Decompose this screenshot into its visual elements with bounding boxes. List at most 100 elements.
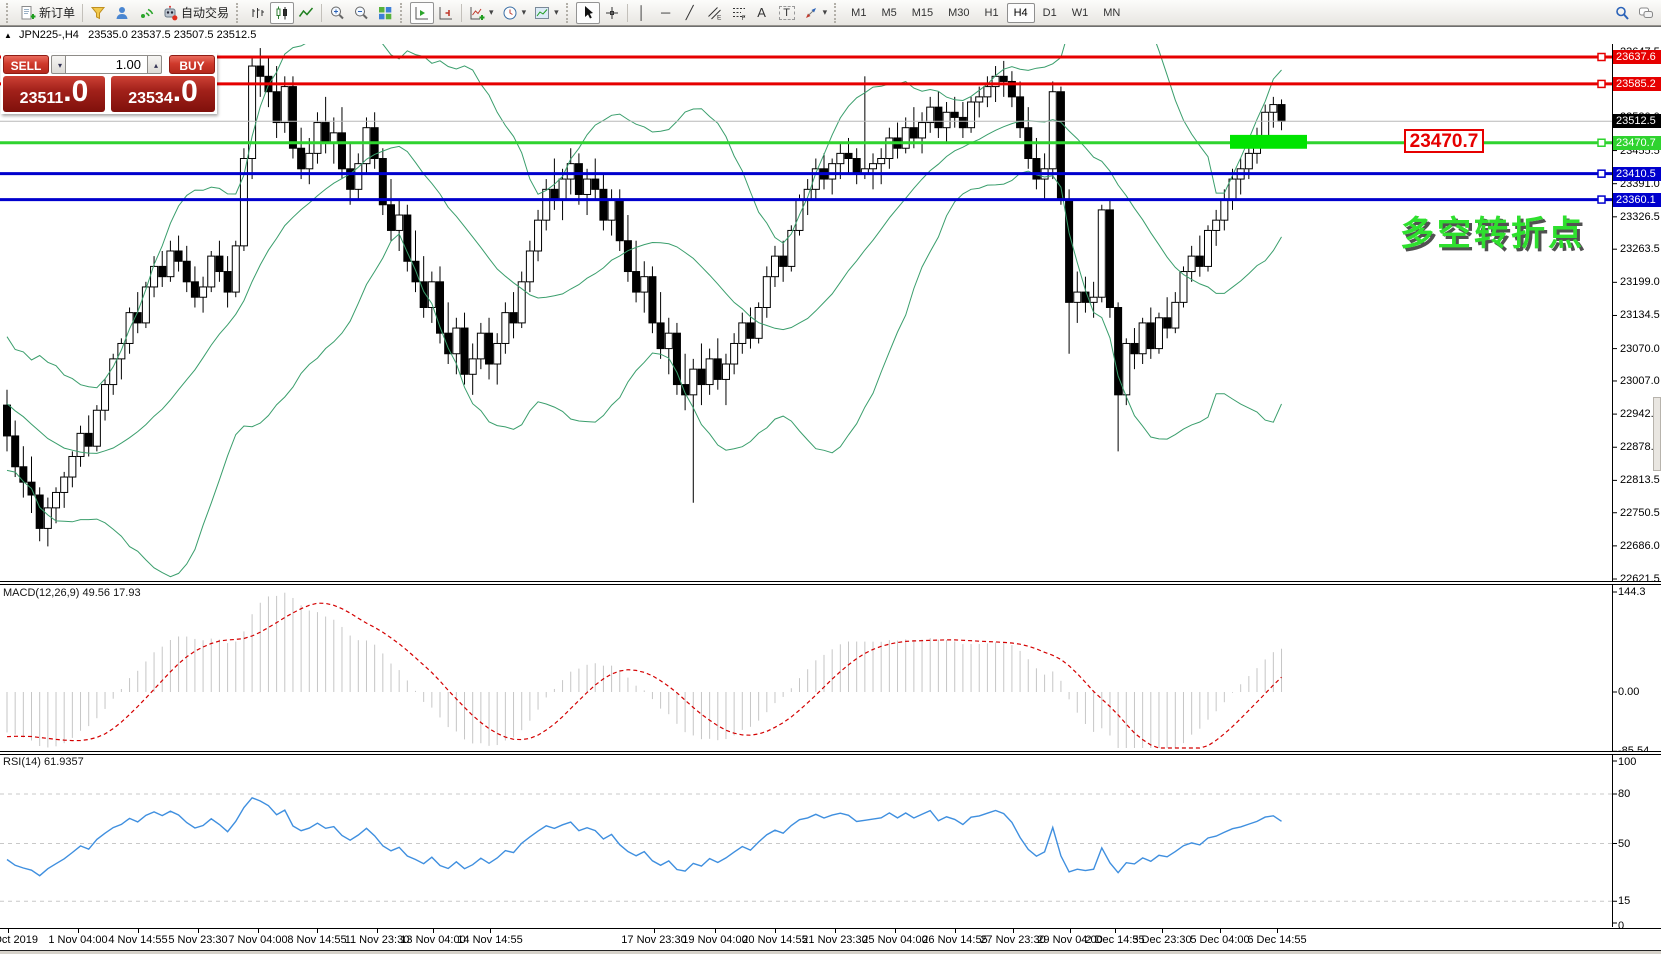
timeframe-m15[interactable]: M15 [905, 3, 940, 23]
price-tick-label: 23326.5 [1620, 211, 1660, 223]
candle-body [445, 333, 452, 354]
text-annotation[interactable]: 多空转折点 [1400, 206, 1585, 255]
ohlc-close: 23512.5 [217, 29, 257, 41]
bar-chart-button[interactable] [246, 2, 270, 24]
periods-button[interactable]: ▾ [498, 2, 531, 24]
candle-body [927, 107, 934, 122]
rsi-scale-label: 100 [1618, 756, 1636, 768]
indicators-button[interactable]: ▾ [465, 2, 498, 24]
auto-scroll-button[interactable] [410, 2, 434, 24]
timeframe-w1[interactable]: W1 [1065, 3, 1096, 23]
candle-body [1123, 343, 1130, 394]
candle-body [910, 128, 917, 138]
timeframe-m30[interactable]: M30 [941, 3, 976, 23]
buy-button[interactable]: BUY [169, 55, 215, 74]
candle-body [902, 128, 909, 149]
equidistant-channel-button[interactable]: E [703, 2, 727, 24]
line-anchor-marker [1598, 80, 1605, 87]
mt4-window: 新订单 自动交易 ▾ ▾ ▾ │ ─ ╱ E F A T [0, 0, 1661, 954]
timeframe-m5[interactable]: M5 [874, 3, 903, 23]
candle-body [1213, 220, 1220, 230]
time-axis-label: 1 Nov 04:00 [48, 934, 107, 946]
volume-input[interactable] [66, 55, 147, 74]
bid-price-label: 23512.5 [1613, 114, 1661, 128]
candle-body [959, 117, 966, 127]
new-order-button[interactable]: 新订单 [16, 2, 79, 24]
scrollbar-thumb[interactable] [1653, 397, 1661, 471]
time-axis-tick [955, 929, 956, 933]
search-button[interactable] [1610, 2, 1634, 24]
candle-body [437, 282, 444, 333]
candle-body [1278, 105, 1285, 122]
panel-separator[interactable] [0, 751, 1661, 755]
collapse-triangle-icon[interactable]: ▲ [4, 31, 12, 40]
timeframe-mn[interactable]: MN [1096, 3, 1127, 23]
zoom-out-button[interactable] [349, 2, 373, 24]
timeframe-h4[interactable]: H4 [1007, 3, 1035, 23]
arrows-button[interactable]: ▾ [799, 2, 832, 24]
candle-body [1090, 297, 1097, 302]
volume-increase-button[interactable]: ▴ [147, 55, 162, 74]
candle-body [943, 112, 950, 127]
candle-body [1017, 97, 1024, 128]
candle-body [1074, 292, 1081, 302]
text-icon: A [755, 5, 769, 21]
chart-shift-button[interactable] [434, 2, 458, 24]
time-axis-label: 26 Nov 14:55 [922, 934, 987, 946]
candlestick-chart-button[interactable] [270, 2, 294, 24]
candle-body [1000, 76, 1007, 81]
text-label-icon: T [779, 6, 795, 20]
signals-button[interactable] [134, 2, 158, 24]
zoom-in-button[interactable] [325, 2, 349, 24]
vertical-line-button[interactable]: │ [631, 2, 655, 24]
crosshair-button[interactable] [600, 2, 624, 24]
time-axis-tick [78, 929, 79, 933]
chart-window[interactable]: ▲ JPN225-,H4 23535.0 23537.5 23507.5 235… [0, 26, 1661, 954]
candle-body [322, 123, 329, 144]
chevron-down-icon: ▾ [489, 7, 494, 18]
candle-body [1245, 153, 1252, 168]
sell-button[interactable]: SELL [3, 55, 49, 74]
line-chart-button[interactable] [294, 2, 318, 24]
candle-body [36, 495, 43, 528]
price-annotation-label[interactable]: 23470.7 [1404, 129, 1484, 153]
timeframe-h1[interactable]: H1 [978, 3, 1006, 23]
trendline-button[interactable]: ╱ [679, 2, 703, 24]
crosshair-icon [604, 5, 620, 21]
candle-body [535, 220, 542, 251]
candle-body [845, 153, 852, 158]
time-axis[interactable]: 30 Oct 20191 Nov 04:004 Nov 14:555 Nov 2… [0, 929, 1661, 950]
rsi-scale-label: 50 [1618, 838, 1630, 850]
candle-body [469, 359, 476, 374]
horizontal-line-button[interactable]: ─ [655, 2, 679, 24]
text-label-button[interactable]: T [775, 2, 799, 24]
text-tool-button[interactable]: A [751, 2, 775, 24]
tile-windows-button[interactable] [373, 2, 397, 24]
autotrading-button[interactable]: 自动交易 [158, 2, 233, 24]
sell-price-display[interactable]: 23511.0 [3, 76, 105, 112]
candle-body [167, 251, 174, 277]
macd-signal-line [7, 603, 1282, 748]
volume-decrease-button[interactable]: ▾ [51, 55, 66, 74]
timeframe-bar: M1M5M15M30H1H4D1W1MN [844, 3, 1127, 23]
candle-body [404, 215, 411, 261]
candle-body [690, 369, 697, 395]
macd-scale-label: 144.3 [1618, 586, 1646, 598]
rsi-panel-canvas[interactable] [0, 754, 1661, 927]
mql5-market-button[interactable] [86, 2, 110, 24]
panel-separator[interactable] [0, 581, 1661, 585]
macd-panel-canvas[interactable] [0, 585, 1661, 751]
macd-scale-label: 0.00 [1618, 686, 1639, 698]
timeframe-d1[interactable]: D1 [1036, 3, 1064, 23]
bar-chart-icon [250, 5, 266, 21]
cursor-button[interactable] [576, 2, 600, 24]
chat-button[interactable] [1634, 2, 1658, 24]
profile-button[interactable] [110, 2, 134, 24]
fibonacci-button[interactable]: F [727, 2, 751, 24]
candle-body [102, 385, 109, 411]
templates-button[interactable]: ▾ [530, 2, 563, 24]
buy-price-display[interactable]: 23534.0 [111, 76, 215, 112]
candle-body [1188, 256, 1195, 271]
timeframe-m1[interactable]: M1 [844, 3, 873, 23]
main-chart-canvas[interactable] [0, 44, 1661, 581]
